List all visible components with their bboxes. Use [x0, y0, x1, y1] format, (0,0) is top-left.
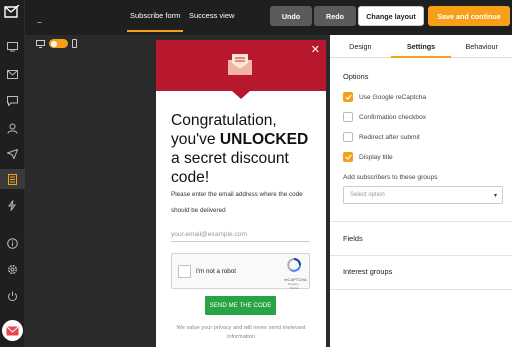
fields-section[interactable]: Fields: [343, 234, 363, 243]
recaptcha-widget: I'm not a robot reCAPTCHA Privacy - Term…: [171, 253, 310, 290]
divider: [330, 255, 512, 256]
check-icon: [344, 154, 352, 160]
divider: [330, 221, 512, 222]
desktop-icon[interactable]: [36, 39, 45, 48]
left-sidebar: [0, 0, 25, 347]
option-recaptcha[interactable]: Use Google reCaptcha: [343, 92, 426, 102]
option-display-title[interactable]: Display title: [343, 152, 393, 162]
settings-panel: Design Settings Behaviour Options Use Go…: [330, 35, 512, 347]
device-toggle: [36, 39, 77, 48]
option-label: Redirect after submit: [359, 133, 420, 141]
device-switch[interactable]: [49, 39, 68, 48]
forms-icon[interactable]: [0, 169, 25, 189]
option-label: Display title: [359, 153, 393, 161]
checkbox-checked[interactable]: [343, 152, 353, 162]
checkbox-checked[interactable]: [343, 92, 353, 102]
undo-button[interactable]: Undo: [270, 6, 312, 26]
tab-behaviour[interactable]: Behaviour: [451, 35, 512, 57]
power-icon[interactable]: [5, 289, 19, 303]
privacy-note: We value your privacy and will never sen…: [176, 325, 306, 340]
groups-select[interactable]: Select option ▾: [343, 186, 503, 204]
tab-subscribe-form[interactable]: Subscribe form: [126, 11, 184, 32]
title-bold-text: UNLOCKED: [219, 131, 309, 148]
header-notch: [232, 91, 250, 99]
popup-header: ✕: [156, 40, 326, 99]
email-field[interactable]: your.email@example.com: [171, 228, 310, 242]
chat-icon[interactable]: [5, 94, 19, 108]
captcha-checkbox[interactable]: [178, 265, 191, 278]
logo-icon[interactable]: [4, 5, 20, 18]
send-code-button[interactable]: SEND ME THE CODE: [205, 296, 276, 315]
divider: [330, 289, 512, 290]
select-placeholder: Select option: [350, 192, 385, 198]
popup-subtitle: Please enter the email address where the…: [171, 191, 303, 214]
save-and-continue-button[interactable]: Save and continue: [428, 6, 510, 26]
close-icon[interactable]: ✕: [311, 45, 320, 56]
checkbox-unchecked[interactable]: [343, 112, 353, 122]
settings-icon[interactable]: [5, 262, 19, 276]
collapse-arrow-icon[interactable]: [37, 18, 42, 23]
option-confirmation-checkbox[interactable]: Confirmation checkbox: [343, 112, 426, 122]
top-bar: Subscribe form Success view Undo Redo Ch…: [25, 0, 512, 35]
mobile-icon[interactable]: [72, 39, 77, 48]
tab-settings[interactable]: Settings: [390, 35, 452, 58]
preview-canvas: ✕ Congratulation, you've UNLOCKED a secr…: [25, 35, 330, 347]
groups-label: Add subscribers to these groups: [343, 174, 438, 181]
panel-tabs: Design Settings Behaviour: [330, 35, 512, 58]
tab-design[interactable]: Design: [330, 35, 391, 57]
campaigns-icon[interactable]: [5, 67, 19, 81]
redo-button[interactable]: Redo: [314, 6, 356, 26]
interest-groups-section[interactable]: Interest groups: [343, 267, 392, 276]
change-layout-button[interactable]: Change layout: [358, 6, 424, 26]
options-heading: Options: [343, 72, 369, 81]
automation-icon[interactable]: [5, 198, 19, 212]
option-label: Use Google reCaptcha: [359, 93, 427, 101]
info-icon[interactable]: [5, 236, 19, 250]
dashboard-icon[interactable]: [5, 40, 19, 54]
recaptcha-icon: [287, 258, 301, 272]
checkbox-unchecked[interactable]: [343, 132, 353, 142]
subscribers-icon[interactable]: [5, 121, 19, 135]
popup-title: Congratulation, you've UNLOCKED a secret…: [171, 111, 321, 187]
send-icon[interactable]: [5, 147, 19, 161]
captcha-label: I'm not a robot: [196, 268, 237, 275]
account-logo-icon: [6, 326, 19, 335]
avatar[interactable]: [2, 320, 23, 341]
option-label: Confirmation checkbox: [359, 113, 427, 121]
tab-success-view[interactable]: Success view: [189, 11, 234, 20]
option-redirect[interactable]: Redirect after submit: [343, 132, 420, 142]
recaptcha-links[interactable]: Privacy - Terms: [284, 282, 304, 290]
envelope-icon: [228, 54, 252, 75]
chevron-down-icon: ▾: [493, 193, 497, 199]
recaptcha-logo: reCAPTCHA Privacy - Terms: [284, 258, 307, 290]
check-icon: [344, 94, 352, 100]
title-text-end: a secret discount code!: [171, 150, 289, 186]
popup-form: ✕ Congratulation, you've UNLOCKED a secr…: [156, 40, 326, 347]
